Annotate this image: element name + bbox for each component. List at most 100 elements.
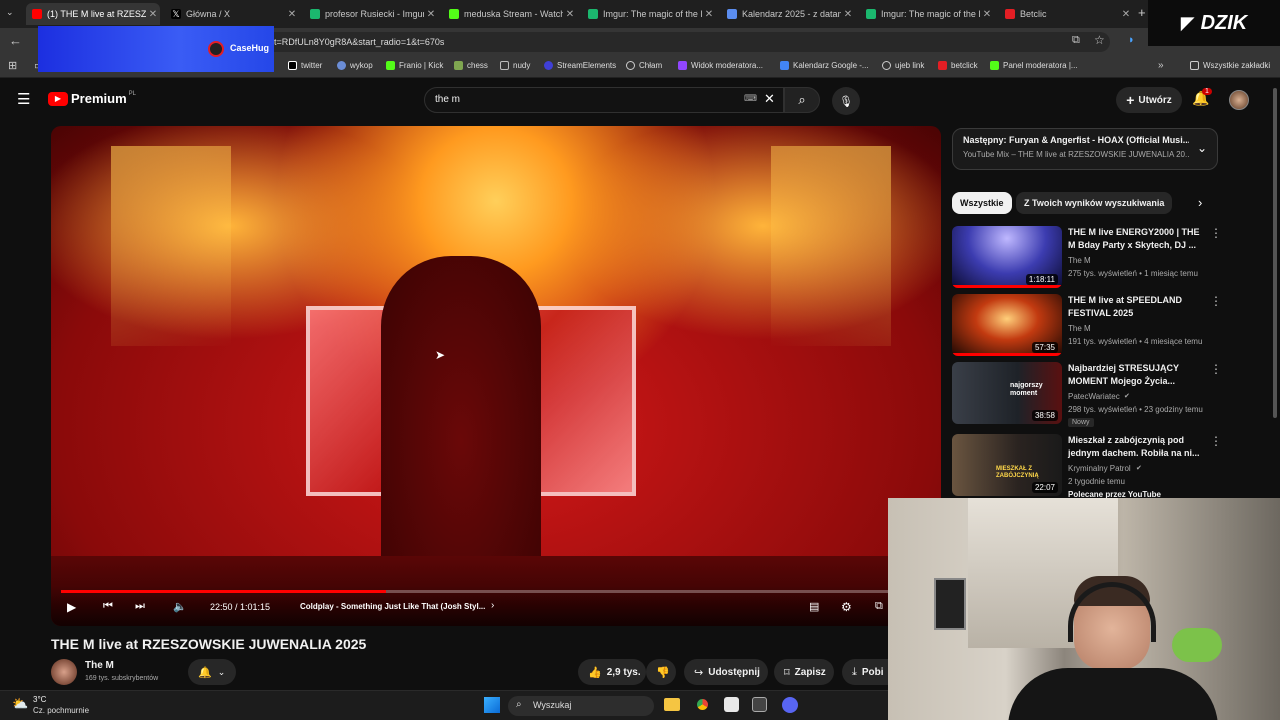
- close-tab-icon[interactable]: ✕: [424, 9, 438, 20]
- settings-icon[interactable]: ⚙: [841, 600, 852, 614]
- close-tab-icon[interactable]: ✕: [702, 9, 716, 20]
- tab-betclic[interactable]: Betclic ✕: [999, 3, 1133, 25]
- up-next-panel[interactable]: Następny: Furyan & Angerfist - HOAX (Off…: [952, 128, 1218, 170]
- channel-avatar[interactable]: [51, 659, 77, 685]
- channel-name[interactable]: The M: [85, 660, 114, 671]
- install-app-icon[interactable]: ⧉: [1072, 34, 1080, 47]
- close-tab-icon[interactable]: ✕: [146, 9, 160, 20]
- dislike-button[interactable]: 👎: [646, 659, 676, 685]
- subscribed-bell-button[interactable]: 🔔 ⌄: [188, 659, 236, 685]
- tab-x[interactable]: 𝕏 Główna / X ✕: [165, 3, 299, 25]
- more-options-icon[interactable]: ⋮: [1210, 226, 1222, 240]
- search-button[interactable]: ⌕: [784, 87, 820, 113]
- voice-search-button[interactable]: 🎙: [832, 87, 860, 115]
- windows-taskbar: ⛅ 3°C Cz. pochmurnie ⌕ Wyszukaj: [0, 690, 888, 720]
- video-meta: 298 tys. wyświetleń • 23 godziny temu: [1068, 405, 1203, 414]
- search-input[interactable]: the m: [424, 87, 784, 113]
- previous-icon[interactable]: ⏮: [103, 600, 113, 613]
- discord-icon[interactable]: [782, 697, 798, 713]
- bookmark-kalendarz-google[interactable]: Kalendarz Google -...: [780, 61, 869, 70]
- weather-icon: ⛅: [12, 696, 29, 711]
- bookmark-betclick[interactable]: betclick: [938, 61, 978, 70]
- chapter-title[interactable]: Coldplay - Something Just Like That (Jos…: [300, 602, 485, 611]
- create-button[interactable]: + Utwórz: [1116, 87, 1182, 113]
- bookmark-chlam[interactable]: Chłam: [626, 61, 662, 70]
- volume-icon[interactable]: 🔈: [173, 600, 187, 613]
- tab-youtube[interactable]: (1) THE M live at RZESZOW ✕: [26, 3, 160, 25]
- brand-label: DZIK: [1200, 11, 1248, 34]
- progress-bar[interactable]: [61, 590, 931, 593]
- bookmark-wykop[interactable]: wykop: [337, 61, 373, 70]
- windows-start-icon[interactable]: [484, 697, 500, 713]
- subtitles-icon[interactable]: ▤: [809, 600, 819, 613]
- chips-next-icon[interactable]: ›: [1198, 195, 1202, 210]
- app-icon[interactable]: [752, 697, 767, 712]
- close-tab-icon[interactable]: ✕: [563, 9, 577, 20]
- apps-grid-icon[interactable]: ⊞: [8, 59, 17, 72]
- chip-all[interactable]: Wszystkie: [952, 192, 1012, 214]
- more-options-icon[interactable]: ⋮: [1210, 434, 1222, 448]
- play-icon[interactable]: ▶: [67, 600, 76, 614]
- bookmark-streamelements[interactable]: StreamElements: [544, 61, 616, 70]
- share-button[interactable]: ↪ Udostępnij: [684, 659, 768, 685]
- extension-icon[interactable]: ◗: [1128, 34, 1135, 46]
- tab-kick[interactable]: meduska Stream - Watch ✕: [443, 3, 577, 25]
- file-explorer-icon[interactable]: [664, 698, 680, 711]
- close-tab-icon[interactable]: ✕: [980, 9, 994, 20]
- chrome-icon[interactable]: [694, 696, 711, 713]
- all-bookmarks[interactable]: Wszystkie zakładki: [1190, 61, 1270, 70]
- chip-from-search[interactable]: Z Twoich wyników wyszukiwania: [1016, 192, 1173, 214]
- recommended-video[interactable]: najgorszy moment 38:58 Najbardziej STRES…: [952, 362, 1222, 427]
- page-scrollbar[interactable]: [1272, 82, 1278, 498]
- bookmark-widok-moderatora[interactable]: Widok moderatora...: [678, 61, 763, 70]
- like-button[interactable]: 👍 2,9 tys.: [578, 659, 646, 685]
- bookmark-panel-moderatora[interactable]: Panel moderatora |...: [990, 61, 1078, 70]
- weather-condition[interactable]: Cz. pochmurnie: [33, 706, 89, 715]
- scrollbar-thumb[interactable]: [1273, 88, 1277, 418]
- more-bookmarks-icon[interactable]: »: [1158, 60, 1164, 71]
- video-player[interactable]: ➤ ▶ ⏮ ⏭ 🔈 22:50 / 1:01:15 Coldplay - Som…: [51, 126, 941, 626]
- close-tab-icon[interactable]: ✕: [1119, 9, 1133, 20]
- recommended-video[interactable]: MIESZKAŁ Z ZABÓJCZYNIĄ 22:07 Mieszkał z …: [952, 434, 1222, 499]
- bookmark-star-icon[interactable]: ☆: [1094, 33, 1105, 47]
- channel-name: PatecWariatec: [1068, 392, 1120, 401]
- more-options-icon[interactable]: ⋮: [1210, 362, 1222, 376]
- back-icon[interactable]: ←: [9, 33, 22, 48]
- video-title: THE M live ENERGY2000 | THE M Bday Party…: [1068, 227, 1200, 250]
- recommended-video[interactable]: 1:18:11 THE M live ENERGY2000 | THE M Bd…: [952, 226, 1222, 290]
- bookmark-nudy[interactable]: nudy: [500, 61, 530, 70]
- url-field[interactable]: t=RDfULn8Y0gR8A&start_radio=1&t=670s: [230, 32, 1110, 52]
- channel-name: Kryminalny Patrol: [1068, 464, 1131, 473]
- menu-icon[interactable]: ☰: [17, 90, 30, 108]
- recommended-video[interactable]: 57:35 THE M live at SPEEDLAND FESTIVAL 2…: [952, 294, 1222, 358]
- tab-list-chevron-icon[interactable]: ⌄: [6, 7, 14, 18]
- notifications-button[interactable]: 🔔 1: [1192, 88, 1212, 108]
- miniplayer-icon[interactable]: ⧉: [875, 600, 883, 613]
- close-tab-icon[interactable]: ✕: [841, 9, 855, 20]
- tab-imgur[interactable]: profesor Rusiecki - Imgur ✕: [304, 3, 438, 25]
- taskbar-search[interactable]: ⌕ Wyszukaj: [508, 696, 654, 716]
- chevron-down-icon[interactable]: ⌄: [1197, 141, 1207, 155]
- keyboard-icon[interactable]: ⌨: [744, 93, 757, 104]
- close-tab-icon[interactable]: ✕: [285, 9, 299, 20]
- tab-imgur-3[interactable]: Imgur: The magic of the I ✕: [860, 3, 994, 25]
- more-options-icon[interactable]: ⋮: [1210, 294, 1222, 308]
- new-tab-icon[interactable]: +: [1138, 5, 1146, 20]
- youtube-logo[interactable]: ▶ Premium PL: [48, 91, 136, 106]
- bookmark-franio-kick[interactable]: Franio | Kick: [386, 61, 443, 70]
- tab-calendar[interactable]: Kalendarz 2025 - z datam ✕: [721, 3, 855, 25]
- video-meta: 275 tys. wyświetleń • 1 miesiąc temu: [1068, 269, 1198, 278]
- next-icon[interactable]: ⏭: [135, 600, 145, 613]
- bookmark-chess[interactable]: chess: [454, 61, 488, 70]
- google-calendar-favicon-icon: [780, 61, 789, 70]
- save-button[interactable]: ⌑ Zapisz: [774, 659, 834, 685]
- app-icon[interactable]: [724, 697, 739, 712]
- chapter-chevron-icon[interactable]: ›: [491, 600, 494, 611]
- download-button[interactable]: ⤓ Pobi: [842, 659, 888, 685]
- account-avatar[interactable]: [1229, 90, 1249, 110]
- clear-search-icon[interactable]: ✕: [764, 91, 775, 107]
- weather-temp[interactable]: 3°C: [33, 695, 46, 704]
- tab-imgur-2[interactable]: Imgur: The magic of the I ✕: [582, 3, 716, 25]
- bookmark-ujeb-link[interactable]: ujeb link: [882, 61, 924, 70]
- bookmark-twitter[interactable]: twitter: [288, 61, 322, 70]
